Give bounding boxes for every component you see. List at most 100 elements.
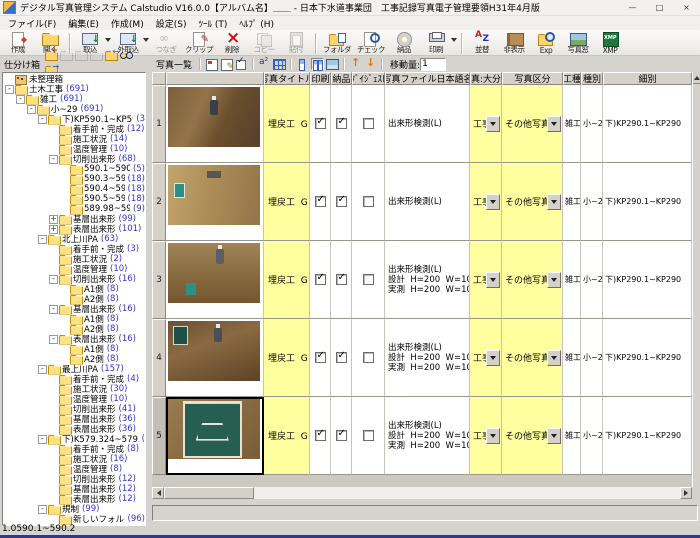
tree-item[interactable]: 590.4~590.5(18)	[3, 184, 145, 194]
photo-window-button[interactable]: 写真窓	[562, 31, 594, 55]
photo-cell[interactable]	[166, 397, 264, 475]
column-header[interactable]	[152, 72, 166, 85]
row-number[interactable]: 5	[152, 397, 166, 475]
category-cell[interactable]: 工事	[470, 319, 502, 397]
photo-kubun-dropdown-button[interactable]	[547, 193, 561, 210]
kind-cell[interactable]: 小~29	[581, 397, 603, 475]
photo-cell[interactable]	[166, 85, 264, 163]
category-cell[interactable]: 工事	[470, 397, 502, 475]
kind-cell[interactable]: 小~29	[581, 85, 603, 163]
expand-toggle-icon[interactable]: -	[27, 104, 36, 114]
kind-cell[interactable]: 小~29	[581, 319, 603, 397]
horizontal-scrollbar[interactable]	[152, 487, 692, 499]
tree-item[interactable]: - 土木工事 (691)	[3, 84, 145, 95]
photo-cell[interactable]	[166, 241, 264, 319]
category-dropdown-button[interactable]	[486, 271, 500, 288]
photo-kubun-dropdown-button[interactable]	[547, 115, 561, 132]
row-number[interactable]: 3	[152, 241, 166, 319]
digest-checkbox[interactable]	[362, 196, 374, 207]
tree-item[interactable]: 未整理箱	[3, 74, 145, 85]
menu-item-5[interactable]: ﾍﾙﾌﾟ (H)	[233, 17, 280, 30]
minimize-button[interactable]: —	[619, 0, 646, 16]
category-dropdown-button[interactable]	[486, 427, 500, 444]
kind-cell[interactable]: 小~29	[581, 241, 603, 319]
row-number[interactable]: 1	[152, 85, 166, 163]
detail-cell[interactable]: 下)KP290.1~KP290	[603, 241, 692, 319]
print-checkbox[interactable]	[314, 194, 326, 207]
hide-button[interactable]: 非表示	[498, 31, 530, 55]
tree-item[interactable]: - 表層出来形 (16)	[3, 334, 145, 345]
delivery-checkbox[interactable]	[335, 116, 347, 129]
dropdown-arrow-icon[interactable]	[143, 38, 149, 45]
sort-button[interactable]: 並替	[466, 30, 498, 55]
expand-toggle-icon[interactable]: +	[49, 214, 58, 224]
detail-cell[interactable]: 下)KP290.1~KP290	[603, 319, 692, 397]
tree-item[interactable]: - 切削出来形 (16)	[3, 274, 145, 285]
tree-item[interactable]: - 切削出来形 (68)	[3, 154, 145, 165]
category-dropdown-button[interactable]	[486, 115, 500, 132]
category-cell[interactable]: 工事	[470, 241, 502, 319]
tree-item[interactable]: A1側 (8)	[3, 314, 145, 325]
delivery-checkbox[interactable]	[335, 428, 347, 441]
album-properties-icon[interactable]	[205, 58, 219, 71]
print-checkbox[interactable]	[314, 272, 326, 285]
detail-cell[interactable]: 下)KP290.1~KP290	[603, 397, 692, 475]
photo-thumbnail[interactable]	[168, 399, 260, 459]
tree-item[interactable]: - 基層出来形 (16)	[3, 304, 145, 315]
scrollbar-thumb[interactable]	[164, 487, 254, 499]
expand-toggle-icon[interactable]: -	[49, 334, 58, 344]
category-dropdown-button[interactable]	[486, 349, 500, 366]
digest-checkbox[interactable]	[362, 274, 374, 285]
expand-toggle-icon[interactable]: -	[49, 304, 58, 314]
tree-item[interactable]: A2側 (8)	[3, 294, 145, 305]
row-number[interactable]: 4	[152, 319, 166, 397]
photo-kubun-cell[interactable]: その他写真	[502, 241, 563, 319]
column-header[interactable]: 写真:大分類	[470, 72, 502, 85]
digest-checkbox[interactable]	[362, 118, 374, 129]
photo-cell[interactable]	[166, 163, 264, 241]
expand-toggle-icon[interactable]: -	[49, 274, 58, 284]
category-dropdown-button[interactable]	[486, 193, 500, 210]
column-header[interactable]: 細別	[603, 72, 692, 85]
move-down-icon[interactable]	[364, 56, 377, 70]
column-header[interactable]: 写真区分	[502, 72, 563, 85]
work-type-cell[interactable]: 雑工	[563, 85, 581, 163]
print-checkbox[interactable]	[314, 428, 326, 441]
close-button[interactable]: ×	[673, 0, 700, 16]
photo-cell[interactable]	[166, 319, 264, 397]
export-button[interactable]: Exp	[530, 31, 562, 55]
column-header[interactable]	[166, 72, 264, 85]
delete-button[interactable]: 削除	[216, 28, 248, 55]
digest-checkbox[interactable]	[362, 352, 374, 363]
dropdown-arrow-icon[interactable]	[451, 38, 457, 45]
scroll-up-icon[interactable]	[693, 72, 700, 84]
detail-cell[interactable]: 下)KP290.1~KP290	[603, 163, 692, 241]
collect-sortbox-icon[interactable]	[105, 47, 119, 61]
detail-cell[interactable]: 下)KP290.1~KP290	[603, 85, 692, 163]
grid-view-icon[interactable]	[273, 58, 287, 70]
tree-item[interactable]: A1側 (8)	[3, 284, 145, 295]
column-header[interactable]: 種別	[581, 72, 603, 85]
photo-thumbnail[interactable]	[168, 165, 260, 225]
tree-item[interactable]: 新しいフォルダ(96)	[3, 514, 145, 525]
menu-item-0[interactable]: ファイル(F)	[2, 17, 62, 30]
folder-button[interactable]: フォルダ	[320, 31, 354, 55]
edit-select-icon[interactable]	[235, 56, 248, 70]
sort-az-icon[interactable]	[258, 57, 271, 70]
tree-item[interactable]: 589.98~590.1(9)	[3, 204, 145, 214]
photo-thumbnail[interactable]	[168, 321, 260, 381]
delivery-checkbox[interactable]	[335, 194, 347, 207]
category-cell[interactable]: 工事	[470, 85, 502, 163]
row-number[interactable]: 2	[152, 163, 166, 241]
work-type-cell[interactable]: 雑工	[563, 241, 581, 319]
work-type-cell[interactable]: 雑工	[563, 397, 581, 475]
scrollbar-track[interactable]	[254, 487, 680, 499]
column-view-icon[interactable]	[311, 58, 325, 71]
digest-checkbox[interactable]	[362, 430, 374, 441]
scroll-right-icon[interactable]	[680, 487, 692, 499]
move-amount-input[interactable]	[420, 57, 447, 71]
expand-toggle-icon[interactable]: -	[38, 114, 47, 124]
photo-kubun-cell[interactable]: その他写真	[502, 163, 563, 241]
menu-item-1[interactable]: 編集(E)	[62, 17, 105, 30]
print-checkbox[interactable]	[314, 116, 326, 129]
